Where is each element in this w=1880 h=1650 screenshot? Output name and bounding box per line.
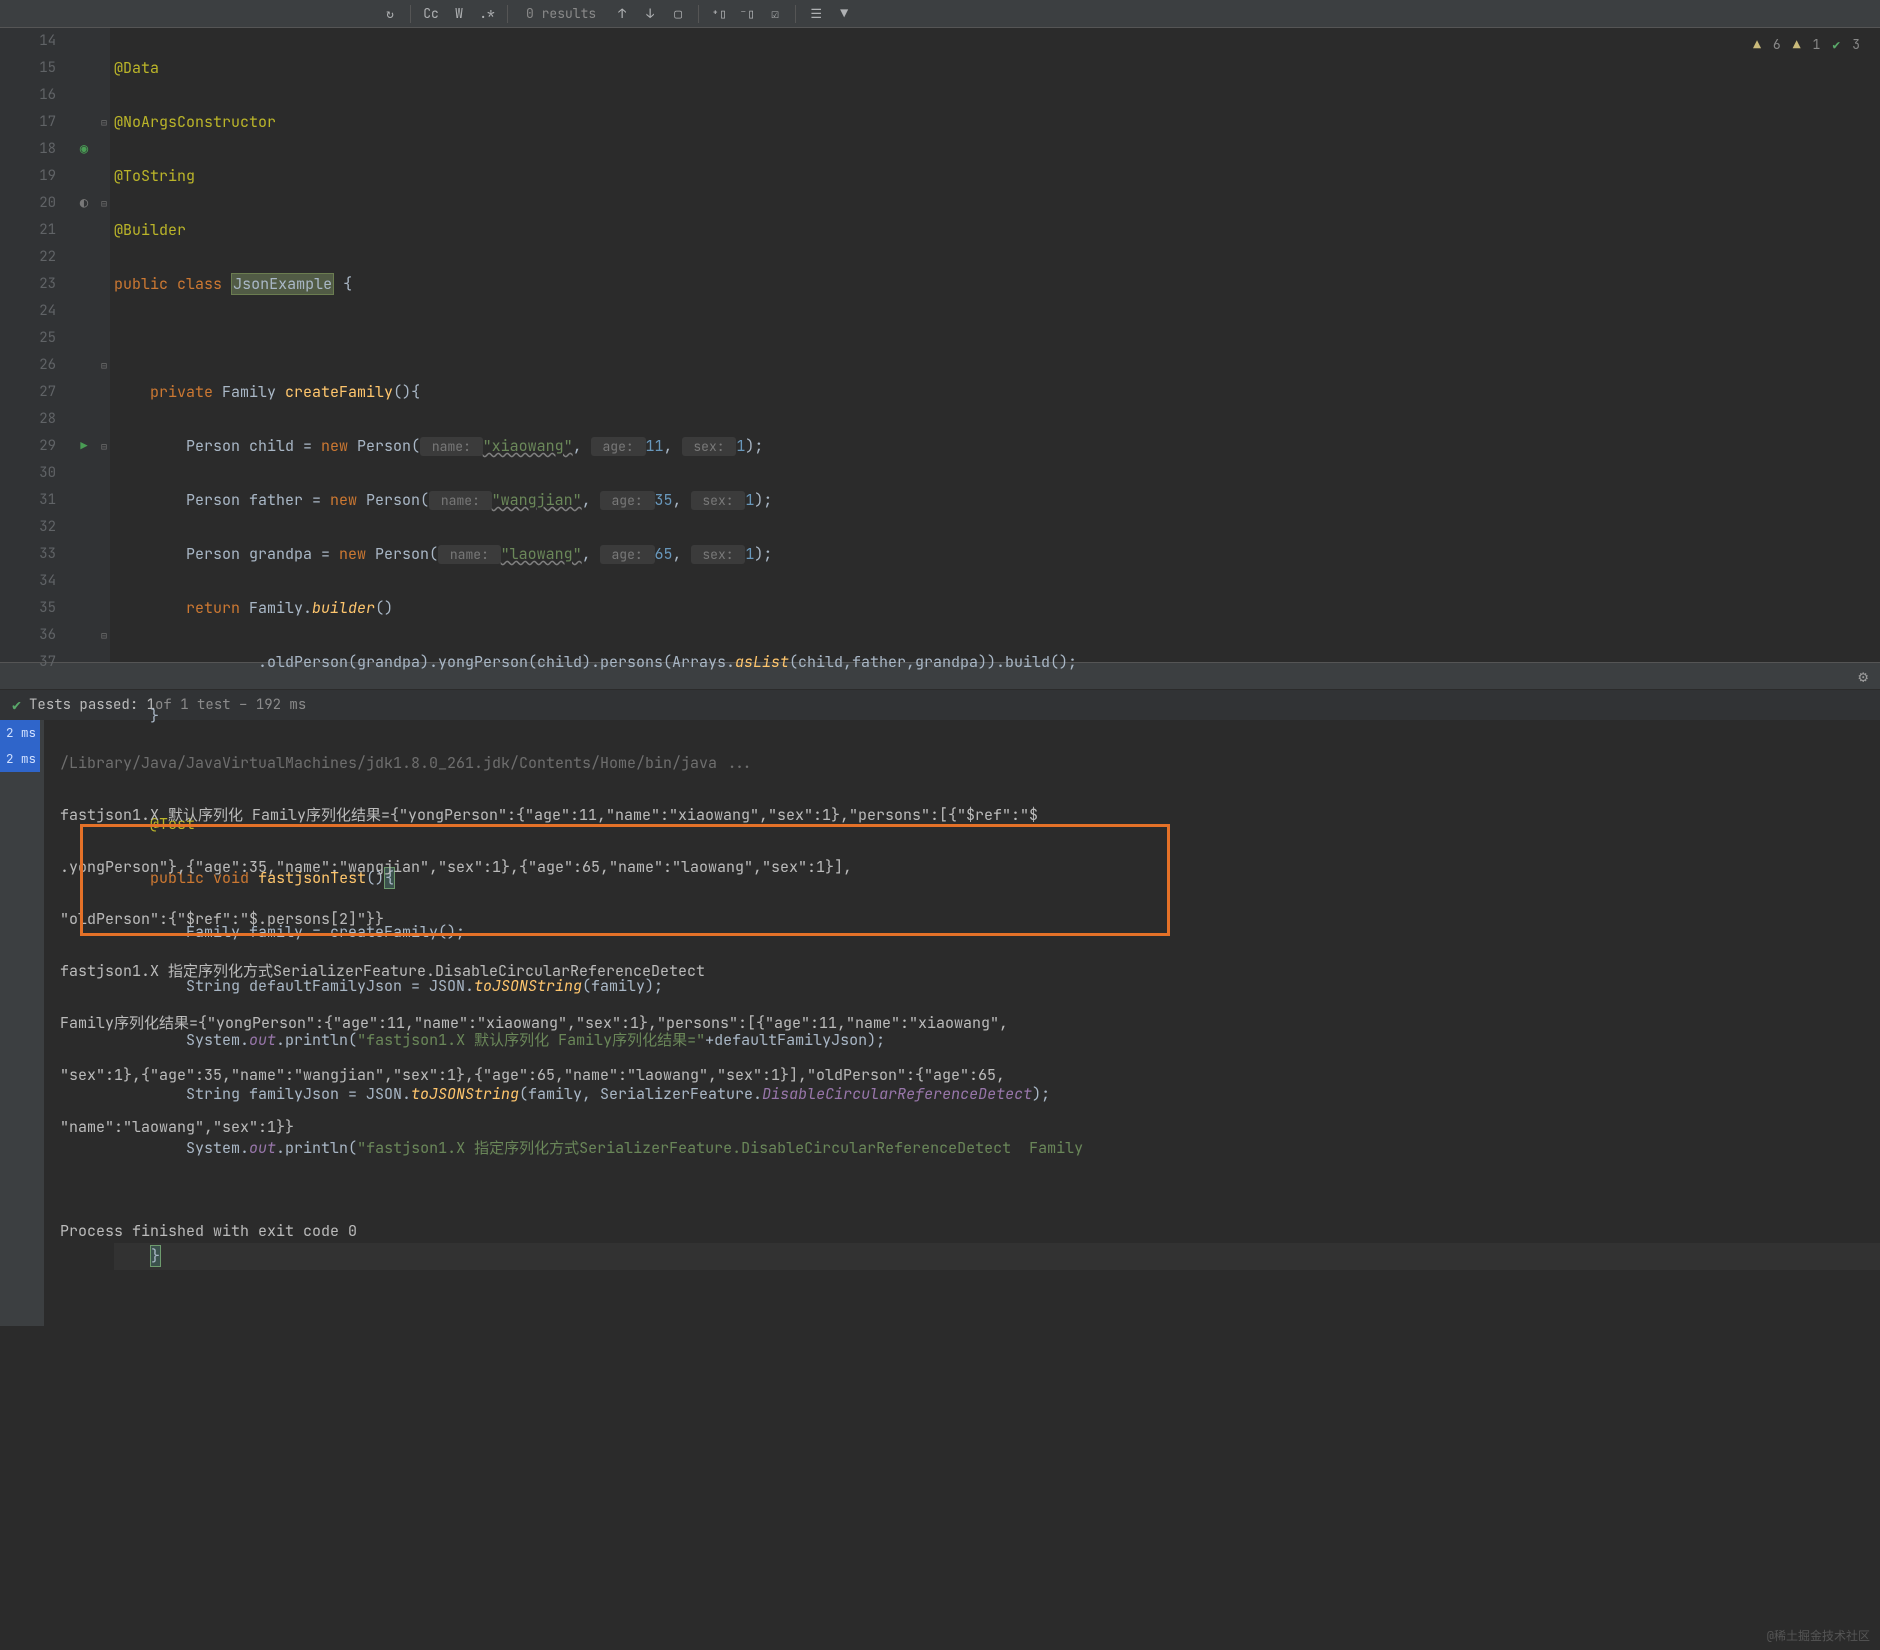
line-number: 24	[0, 298, 56, 325]
run-test-icon[interactable]: ▶	[80, 433, 87, 460]
line-number: 36	[0, 622, 56, 649]
class-name: JsonExample	[231, 273, 334, 295]
inspection-indicators[interactable]: ▲6 ▲1 ✔3	[1753, 36, 1860, 53]
line-number: 32	[0, 514, 56, 541]
fold-column[interactable]: ⊟ ⊟ ⊟⊟ ⊟	[98, 28, 110, 662]
gutter-icons: ◉ ◐ ▶	[70, 28, 98, 662]
line-number: 33	[0, 541, 56, 568]
line-number: 17	[0, 109, 56, 136]
filter-icon[interactable]: ▼	[832, 3, 856, 25]
select-all-icon[interactable]: ▢	[666, 3, 690, 25]
line-number: 35	[0, 595, 56, 622]
line-number: 34	[0, 568, 56, 595]
highlight-box	[80, 824, 1170, 936]
line-number: 31	[0, 487, 56, 514]
line-number: 29	[0, 433, 56, 460]
run-tool-window: ⚙ ✔ Tests passed: 1 of 1 test – 192 ms 2…	[0, 662, 1880, 1326]
select-occurrences-icon[interactable]: ☑	[763, 3, 787, 25]
prev-match-icon[interactable]: ↑	[610, 3, 634, 25]
test-duration-column: 2 ms 2 ms	[0, 720, 44, 1326]
words-icon[interactable]: W	[447, 3, 471, 25]
check-icon: ✔	[12, 695, 21, 715]
find-toolbar: ↻ Cc W .* 0 results ↑ ↓ ▢ ⁺▯ ⁻▯ ☑ ☰ ▼	[0, 0, 1880, 28]
line-number: 16	[0, 82, 56, 109]
console-line	[60, 1166, 1880, 1192]
search-results-count: 0 results	[526, 5, 596, 22]
code-area[interactable]: @Data @NoArgsConstructor @ToString @Buil…	[110, 28, 1880, 662]
vcs-change-icon: ◉	[80, 136, 88, 163]
line-number: 28	[0, 406, 56, 433]
line-number: 14	[0, 28, 56, 55]
hierarchy-icon[interactable]: ◐	[80, 190, 88, 217]
watermark: @稀土掘金技术社区	[1767, 1627, 1870, 1644]
java-command: /Library/Java/JavaVirtualMachines/jdk1.8…	[60, 750, 1880, 776]
line-number: 30	[0, 460, 56, 487]
console-line: "name":"laowang","sex":1}}	[60, 1114, 1880, 1140]
line-number: 15	[0, 55, 56, 82]
match-case-icon[interactable]: Cc	[419, 3, 443, 25]
settings-icon[interactable]: ☰	[804, 3, 828, 25]
line-number: 25	[0, 325, 56, 352]
console-line: Family序列化结果={"yongPerson":{"age":11,"nam…	[60, 1010, 1880, 1036]
console-line: "sex":1},{"age":35,"name":"wangjian","se…	[60, 1062, 1880, 1088]
exit-line: Process finished with exit code 0	[60, 1218, 1880, 1244]
line-number: 26	[0, 352, 56, 379]
line-number: 27	[0, 379, 56, 406]
remove-occurrence-icon[interactable]: ⁻▯	[735, 3, 759, 25]
line-number: 37	[0, 649, 56, 676]
line-number: 21	[0, 217, 56, 244]
line-number: 18	[0, 136, 56, 163]
line-number: 19	[0, 163, 56, 190]
line-number: 20	[0, 190, 56, 217]
console-line: fastjson1.X 指定序列化方式SerializerFeature.Dis…	[60, 958, 1880, 984]
regex-icon[interactable]: .*	[475, 3, 499, 25]
console-output[interactable]: /Library/Java/JavaVirtualMachines/jdk1.8…	[44, 720, 1880, 1326]
next-match-icon[interactable]: ↓	[638, 3, 662, 25]
add-occurrence-icon[interactable]: ⁺▯	[707, 3, 731, 25]
editor[interactable]: 1415161718192021222324252627282930313233…	[0, 28, 1880, 662]
line-number: 23	[0, 271, 56, 298]
line-number: 22	[0, 244, 56, 271]
line-number-gutter: 1415161718192021222324252627282930313233…	[0, 28, 70, 662]
refresh-icon[interactable]: ↻	[378, 3, 402, 25]
